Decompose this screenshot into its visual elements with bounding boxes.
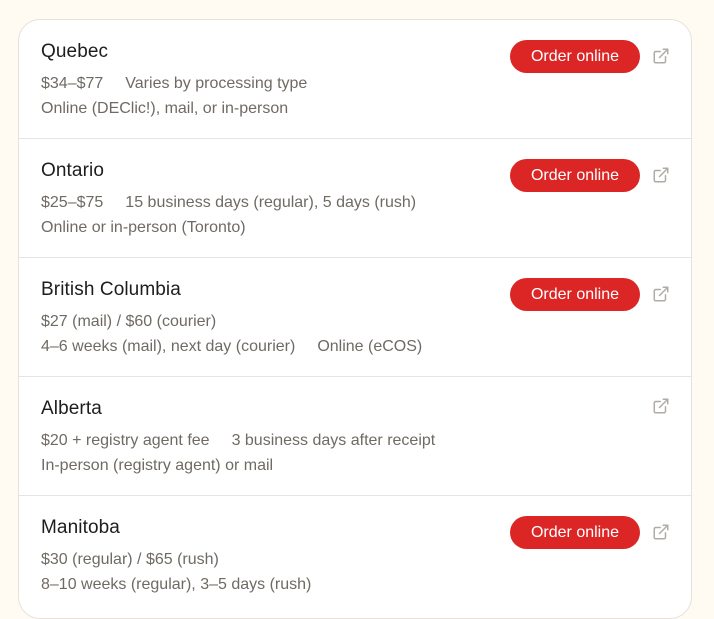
order-methods: In-person (registry agent) or mail bbox=[41, 457, 273, 475]
order-online-button[interactable]: Order online bbox=[510, 159, 640, 192]
external-link-icon[interactable] bbox=[652, 285, 670, 303]
methods-text: Online (DEClic!), mail, or in-person bbox=[41, 100, 289, 117]
processing-time-text: 4–6 weeks (mail), next day (courier) bbox=[41, 338, 296, 355]
province-list-card: Quebec $34–$77 Varies by processing type … bbox=[18, 19, 692, 619]
processing-time-text: 3 business days after receipt bbox=[231, 432, 436, 449]
fee-text: $34–$77 bbox=[41, 75, 104, 92]
order-methods: Online or in-person (Toronto) bbox=[41, 219, 246, 237]
methods-text: Online or in-person (Toronto) bbox=[41, 219, 246, 236]
list-item-alberta: Alberta $20 + registry agent fee 3 busine… bbox=[19, 377, 691, 496]
order-online-button[interactable]: Order online bbox=[510, 516, 640, 549]
fee-and-time: $27 (mail) / $60 (courier) bbox=[41, 313, 216, 331]
fee-text: $25–$75 bbox=[41, 194, 104, 211]
order-methods: Online (DEClic!), mail, or in-person bbox=[41, 100, 288, 118]
fee-text: $20 + registry agent fee bbox=[41, 432, 210, 449]
methods-text: In-person (registry agent) or mail bbox=[41, 457, 274, 474]
province-name: British Columbia bbox=[41, 279, 181, 300]
list-item-manitoba: Manitoba $30 (regular) / $65 (rush) 8–10… bbox=[19, 496, 691, 615]
order-methods: 4–6 weeks (mail), next day (courier) Onli… bbox=[41, 338, 422, 356]
list-item-quebec: Quebec $34–$77 Varies by processing type … bbox=[19, 20, 691, 139]
order-online-button[interactable]: Order online bbox=[510, 278, 640, 311]
fee-and-time: $30 (regular) / $65 (rush) bbox=[41, 551, 219, 569]
fee-and-time: $25–$75 15 business days (regular), 5 day… bbox=[41, 194, 416, 212]
province-name: Alberta bbox=[41, 398, 102, 419]
order-methods: 8–10 weeks (regular), 3–5 days (rush) bbox=[41, 576, 311, 594]
fee-and-time: $20 + registry agent fee 3 business days … bbox=[41, 432, 435, 450]
list-item-british-columbia: British Columbia $27 (mail) / $60 (couri… bbox=[19, 258, 691, 377]
province-name: Quebec bbox=[41, 41, 109, 62]
external-link-icon[interactable] bbox=[652, 397, 670, 415]
province-name: Ontario bbox=[41, 160, 105, 181]
province-name: Manitoba bbox=[41, 517, 120, 538]
processing-time-text: 15 business days (regular), 5 days (rush… bbox=[125, 194, 417, 211]
processing-time-text: Varies by processing type bbox=[125, 75, 308, 92]
methods-text: Online (eCOS) bbox=[317, 338, 423, 355]
external-link-icon[interactable] bbox=[652, 166, 670, 184]
fee-text: $27 (mail) / $60 (courier) bbox=[41, 313, 217, 330]
order-online-button[interactable]: Order online bbox=[510, 40, 640, 73]
external-link-icon[interactable] bbox=[652, 47, 670, 65]
list-item-ontario: Ontario $25–$75 15 business days (regular… bbox=[19, 139, 691, 258]
external-link-icon[interactable] bbox=[652, 523, 670, 541]
fee-text: $30 (regular) / $65 (rush) bbox=[41, 551, 219, 568]
fee-and-time: $34–$77 Varies by processing type bbox=[41, 75, 307, 93]
